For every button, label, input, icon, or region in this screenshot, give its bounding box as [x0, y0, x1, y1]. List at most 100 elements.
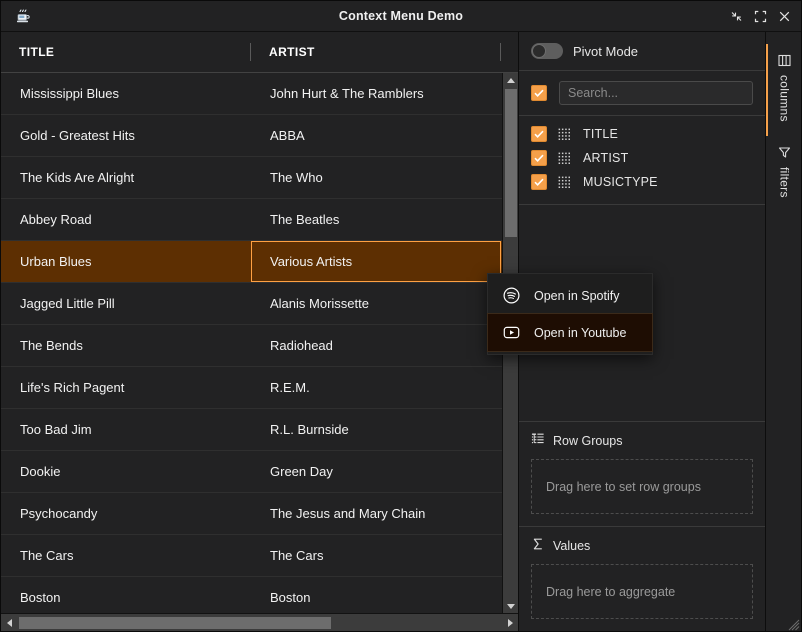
cell-artist[interactable]: John Hurt & The Ramblers [251, 73, 501, 115]
grid-viewport: Mississippi Blues John Hurt & The Rambler… [1, 73, 518, 631]
scroll-right-arrow-icon[interactable] [502, 614, 518, 632]
window-title: Context Menu Demo [338, 9, 464, 23]
youtube-icon [502, 324, 520, 342]
tab-columns[interactable]: columns [766, 44, 801, 136]
drag-handle-icon[interactable] [558, 151, 572, 165]
table-row[interactable]: Gold - Greatest Hits ABBA [1, 115, 503, 157]
pivot-mode-row[interactable]: Pivot Mode [519, 32, 765, 70]
cell-title[interactable]: Dookie [1, 451, 251, 493]
pivot-mode-toggle[interactable] [531, 43, 563, 59]
window-resize-grip[interactable] [788, 618, 800, 631]
cell-artist[interactable]: The Beatles [251, 199, 501, 241]
tab-columns-label: columns [777, 75, 792, 122]
data-grid: TITLE ARTIST Mississippi Blues John Hurt … [1, 32, 519, 631]
cell-title[interactable]: Urban Blues [1, 241, 251, 283]
cell-artist[interactable]: The Who [251, 157, 501, 199]
column-toggle-item[interactable]: ARTIST [519, 146, 765, 170]
table-row[interactable]: Mississippi Blues John Hurt & The Rambler… [1, 73, 503, 115]
row-groups-drop-hint: Drag here to set row groups [546, 479, 701, 494]
column-visibility-checkbox[interactable] [531, 174, 547, 190]
values-section: Values Drag here to aggregate [519, 527, 765, 631]
filter-funnel-icon [778, 146, 791, 159]
cell-artist[interactable]: Alanis Morissette [251, 283, 501, 325]
cell-title[interactable]: Gold - Greatest Hits [1, 115, 251, 157]
cell-title[interactable]: Mississippi Blues [1, 73, 251, 115]
table-row[interactable]: The Bends Radiohead [1, 325, 503, 367]
cell-title[interactable]: Jagged Little Pill [1, 283, 251, 325]
table-row[interactable]: Jagged Little Pill Alanis Morissette [1, 283, 503, 325]
table-row[interactable]: The Kids Are Alright The Who [1, 157, 503, 199]
values-drop-hint: Drag here to aggregate [546, 584, 676, 599]
column-header-title[interactable]: TITLE [1, 32, 251, 72]
pivot-mode-label: Pivot Mode [573, 43, 639, 59]
cell-title[interactable]: The Cars [1, 535, 251, 577]
table-row[interactable]: Abbey Road The Beatles [1, 199, 503, 241]
columns-icon [778, 54, 791, 67]
grid-header-row: TITLE ARTIST [1, 32, 518, 73]
row-groups-icon [531, 432, 545, 449]
sigma-icon [531, 537, 545, 554]
table-row[interactable]: Life's Rich Pagent R.E.M. [1, 367, 503, 409]
column-visibility-checkbox[interactable] [531, 126, 547, 142]
tab-filters-label: filters [777, 166, 792, 198]
search-input[interactable] [559, 81, 753, 105]
row-groups-drop-zone[interactable]: Drag here to set row groups [531, 459, 753, 514]
cell-title[interactable]: Too Bad Jim [1, 409, 251, 451]
context-menu: Open in Spotify Open in Youtube [487, 273, 653, 355]
table-row[interactable]: Too Bad Jim R.L. Burnside [1, 409, 503, 451]
table-row[interactable]: The Cars The Cars [1, 535, 503, 577]
select-all-columns-checkbox[interactable] [531, 85, 547, 101]
search-row [519, 71, 765, 115]
grid-horizontal-scrollbar[interactable] [1, 613, 518, 631]
scroll-down-arrow-icon[interactable] [503, 599, 519, 613]
scroll-up-arrow-icon[interactable] [503, 73, 519, 87]
context-menu-item-label: Open in Youtube [534, 325, 627, 340]
column-header-label: ARTIST [269, 45, 315, 59]
column-name-label: ARTIST [583, 151, 629, 165]
drag-handle-icon[interactable] [558, 127, 572, 141]
row-groups-section: Row Groups Drag here to set row groups [519, 422, 765, 527]
scroll-left-arrow-icon[interactable] [1, 614, 17, 632]
column-visibility-checkbox[interactable] [531, 150, 547, 166]
horizontal-scroll-thumb[interactable] [19, 616, 331, 629]
values-drop-zone[interactable]: Drag here to aggregate [531, 564, 753, 619]
close-icon[interactable] [773, 5, 795, 27]
row-groups-label: Row Groups [553, 433, 623, 448]
grid-rows: Mississippi Blues John Hurt & The Rambler… [1, 73, 503, 619]
table-row[interactable]: Dookie Green Day [1, 451, 503, 493]
cell-artist[interactable]: The Jesus and Mary Chain [251, 493, 501, 535]
column-toggle-item[interactable]: TITLE [519, 122, 765, 146]
cell-title[interactable]: The Kids Are Alright [1, 157, 251, 199]
cell-artist[interactable]: Green Day [251, 451, 501, 493]
cell-title[interactable]: Psychocandy [1, 493, 251, 535]
tab-filters[interactable]: filters [766, 136, 801, 212]
cell-title[interactable]: Abbey Road [1, 199, 251, 241]
cell-title[interactable]: Life's Rich Pagent [1, 367, 251, 409]
app-window: Context Menu Demo TITLE ARTIST Mississip… [0, 0, 802, 632]
column-resize-handle[interactable] [500, 43, 501, 61]
drag-handle-icon[interactable] [558, 175, 572, 189]
vertical-scroll-thumb[interactable] [504, 89, 517, 237]
table-row[interactable]: Urban Blues Various Artists [1, 241, 503, 283]
context-menu-item-open-in-spotify[interactable]: Open in Spotify [488, 277, 652, 314]
pivot-mode-section: Pivot Mode [519, 32, 765, 71]
table-row[interactable]: Psychocandy The Jesus and Mary Chain [1, 493, 503, 535]
column-name-label: TITLE [583, 127, 619, 141]
cell-title[interactable]: The Bends [1, 325, 251, 367]
cell-artist[interactable]: ABBA [251, 115, 501, 157]
cell-artist[interactable]: The Cars [251, 535, 501, 577]
column-list: TITLE ARTIST MUSICTYPE [519, 116, 765, 204]
java-coffee-cup-icon [9, 5, 37, 27]
cell-artist[interactable]: R.L. Burnside [251, 409, 501, 451]
cell-artist[interactable]: Radiohead [251, 325, 501, 367]
cell-artist[interactable]: Various Artists [251, 241, 501, 282]
minimize-icon[interactable] [725, 5, 747, 27]
horizontal-scroll-track[interactable] [17, 614, 502, 632]
cell-artist[interactable]: R.E.M. [251, 367, 501, 409]
maximize-icon[interactable] [749, 5, 771, 27]
column-header-artist[interactable]: ARTIST [251, 32, 501, 72]
spotify-icon [502, 287, 520, 305]
column-toggle-item[interactable]: MUSICTYPE [519, 170, 765, 194]
column-search-section [519, 71, 765, 116]
context-menu-item-open-in-youtube[interactable]: Open in Youtube [487, 313, 653, 352]
